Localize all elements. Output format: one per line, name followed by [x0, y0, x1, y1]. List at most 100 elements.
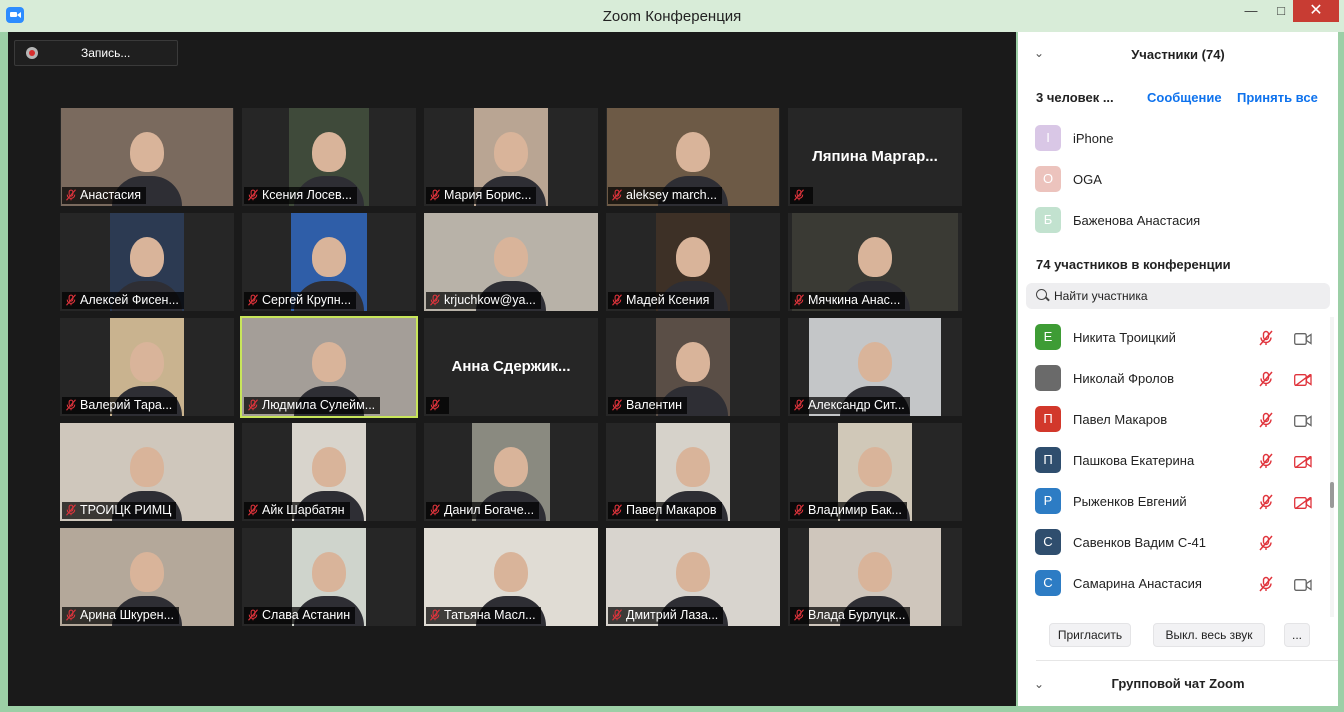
participant-list-item[interactable]: Николай Фролов — [1018, 365, 1318, 395]
person-head — [858, 447, 892, 487]
participant-tile[interactable]: Александр Сит... — [788, 318, 962, 416]
more-button[interactable]: ... — [1284, 623, 1310, 647]
video-off-icon[interactable] — [1294, 496, 1312, 510]
muted-mic-icon — [247, 399, 259, 411]
invite-button[interactable]: Пригласить — [1049, 623, 1131, 647]
participant-tile[interactable]: Влада Бурлуцк... — [788, 528, 962, 626]
video-off-icon[interactable] — [1294, 455, 1312, 469]
participant-list-item[interactable]: Е Никита Троицкий — [1018, 324, 1318, 354]
participant-name: Арина Шкурен... — [80, 608, 175, 622]
muted-mic-icon — [611, 399, 623, 411]
participant-tile[interactable]: krjuchkow@ya... — [424, 213, 598, 311]
participant-tile[interactable]: Ляпина Маргар... — [788, 108, 962, 206]
person-head — [130, 447, 164, 487]
muted-mic-icon[interactable] — [1258, 412, 1274, 428]
muted-mic-icon[interactable] — [1258, 330, 1274, 346]
participant-tile[interactable]: Данил Богаче... — [424, 423, 598, 521]
waiting-participant[interactable]: O OGA — [1018, 166, 1338, 196]
video-camera-icon[interactable] — [1294, 332, 1312, 345]
maximize-button[interactable]: □ — [1266, 0, 1296, 22]
muted-mic-icon — [793, 189, 805, 201]
message-link[interactable]: Сообщение — [1147, 90, 1222, 105]
participant-list-name: Самарина Анастасия — [1073, 576, 1202, 591]
participant-tile[interactable]: Алексей Фисен... — [60, 213, 234, 311]
participant-tile[interactable]: Дмитрий Лаза... — [606, 528, 780, 626]
waiting-room-label[interactable]: 3 человек ... — [1036, 90, 1114, 105]
zoom-window: Zoom Конференция — □ ✕ Запись... Анастас… — [0, 0, 1344, 712]
accept-all-link[interactable]: Принять все — [1237, 90, 1318, 105]
participant-tile[interactable]: Слава Астанин — [242, 528, 416, 626]
participant-tile[interactable]: aleksey march... — [606, 108, 780, 206]
participant-tile[interactable]: Павел Макаров — [606, 423, 780, 521]
avatar — [1035, 365, 1061, 391]
participant-name-label: Мадей Ксения — [608, 292, 715, 309]
person-head — [676, 552, 710, 592]
participant-tile[interactable]: Мария Борис... — [424, 108, 598, 206]
participant-tile[interactable]: Анна Сдержик... — [424, 318, 598, 416]
person-head — [130, 342, 164, 382]
muted-mic-icon[interactable] — [1258, 576, 1274, 592]
muted-mic-icon — [611, 294, 623, 306]
participant-list-item[interactable]: П Пашкова Екатерина — [1018, 447, 1318, 477]
video-camera-icon[interactable] — [1294, 414, 1312, 427]
participant-tile[interactable]: ТРОИЦК РИМЦ — [60, 423, 234, 521]
participant-scrollbar[interactable] — [1330, 317, 1334, 617]
muted-mic-icon — [65, 294, 77, 306]
participant-list-item[interactable]: С Савенков Вадим С-41 — [1018, 529, 1318, 559]
mute-all-button[interactable]: Выкл. весь звук — [1153, 623, 1265, 647]
participant-list-name: Павел Макаров — [1073, 412, 1168, 427]
waiting-participant[interactable]: IiPhone — [1018, 125, 1338, 155]
muted-mic-icon[interactable] — [1258, 535, 1274, 551]
participant-tile[interactable]: Валентин — [606, 318, 780, 416]
participant-name: Анастасия — [80, 188, 141, 202]
person-head — [858, 237, 892, 277]
participant-name: Людмила Сулейм... — [262, 398, 376, 412]
scrollbar-thumb[interactable] — [1330, 482, 1334, 508]
participant-list-item[interactable]: Р Рыженков Евгений — [1018, 488, 1318, 518]
muted-mic-icon — [793, 399, 805, 411]
participant-tile[interactable]: Татьяна Масл... — [424, 528, 598, 626]
participant-tile[interactable]: Мадей Ксения — [606, 213, 780, 311]
participant-tile[interactable]: Владимир Бак... — [788, 423, 962, 521]
participant-search[interactable]: Найти участника — [1026, 283, 1330, 309]
participant-name: Мадей Ксения — [626, 293, 710, 307]
participant-name: ТРОИЦК РИМЦ — [80, 503, 172, 517]
video-camera-icon[interactable] — [1294, 578, 1312, 591]
participant-list-item[interactable]: С Самарина Анастасия — [1018, 570, 1318, 600]
person-head — [312, 552, 346, 592]
participant-tile[interactable]: Айк Шарбатян — [242, 423, 416, 521]
avatar: П — [1035, 406, 1061, 432]
participant-tile[interactable]: Валерий Тара... — [60, 318, 234, 416]
waiting-participant-name: Баженова Анастасия — [1073, 213, 1201, 228]
muted-mic-icon — [429, 399, 441, 411]
minimize-button[interactable]: — — [1236, 0, 1266, 22]
participant-tile[interactable]: Мячкина Анас... — [788, 213, 962, 311]
muted-mic-icon — [611, 189, 623, 201]
participant-list-item[interactable]: П Павел Макаров — [1018, 406, 1318, 436]
muted-mic-icon — [65, 189, 77, 201]
participant-tile[interactable]: Ксения Лосев... — [242, 108, 416, 206]
muted-mic-icon[interactable] — [1258, 453, 1274, 469]
person-head — [494, 447, 528, 487]
participant-name-label: Айк Шарбатян — [244, 502, 350, 519]
muted-mic-icon — [247, 504, 259, 516]
avatar: С — [1035, 570, 1061, 596]
participant-name: Сергей Крупн... — [262, 293, 352, 307]
gallery-view: Запись... Анастасия Ксения Лосев... Мария … — [8, 32, 1016, 706]
recording-indicator[interactable]: Запись... — [14, 40, 178, 66]
participant-tile[interactable]: Анастасия — [60, 108, 234, 206]
person-head — [676, 237, 710, 277]
video-off-icon[interactable] — [1294, 373, 1312, 387]
participant-list-name: Никита Троицкий — [1073, 330, 1176, 345]
close-button[interactable]: ✕ — [1293, 0, 1339, 22]
participant-tile[interactable]: Сергей Крупн... — [242, 213, 416, 311]
group-chat-title[interactable]: Групповой чат Zoom — [1018, 676, 1338, 691]
waiting-participant-name: iPhone — [1073, 131, 1114, 146]
participant-tile[interactable]: Арина Шкурен... — [60, 528, 234, 626]
muted-mic-icon[interactable] — [1258, 494, 1274, 510]
muted-mic-icon[interactable] — [1258, 371, 1274, 387]
participant-name: Павел Макаров — [626, 503, 717, 517]
person-head — [858, 342, 892, 382]
participant-tile[interactable]: Людмила Сулейм... — [240, 316, 418, 418]
waiting-participant[interactable]: Б Баженова Анастасия — [1018, 207, 1338, 237]
